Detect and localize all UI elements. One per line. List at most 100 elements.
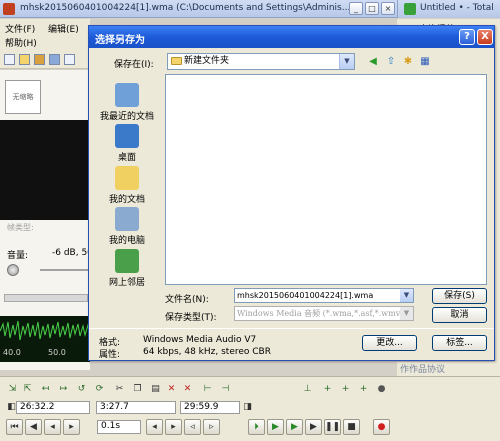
save-in-select[interactable]: 新建文件夹 ▼ [167,53,355,70]
new-icon[interactable] [4,54,15,65]
marker-right-icon[interactable]: ⊣ [220,384,231,395]
stop-button[interactable]: ■ [343,419,360,435]
place-recent-label: 我最近的文档 [99,112,154,122]
save-button[interactable]: 保存(S) [432,288,487,304]
marker-left-icon[interactable]: ⊢ [202,384,213,395]
place-my-computer[interactable]: 我的电脑 [95,207,159,246]
tags-button[interactable]: 标签... [432,335,487,351]
import-icon[interactable] [34,54,45,65]
place-desktop-label: 桌面 [117,153,136,163]
file-list[interactable] [165,74,487,285]
loop-icon[interactable]: ↺ [76,384,87,395]
main-toolbar [0,51,90,69]
add-command-icon[interactable]: + [358,384,369,395]
step-back-button[interactable]: ◀ [25,419,42,435]
dialog-title: 选择另存为 [95,35,145,46]
cancel-button[interactable]: 取消 [432,307,487,323]
play-button[interactable]: ▶ [267,419,284,435]
file-type-label: 保存类型(T): [165,313,217,323]
pause-button[interactable]: ❚❚ [324,419,341,435]
slow-button[interactable]: ◃ [184,419,201,435]
second-app-icon [404,3,416,15]
volume-slider[interactable] [40,269,88,271]
file-name-input[interactable]: mhsk2015060401004224[1].wma [234,288,414,303]
wave-axis-label-2: 50.0 [48,348,66,357]
video-preview [0,120,90,220]
chevron-down-icon[interactable]: ▼ [339,54,354,69]
trim-icon[interactable]: ✕ [182,384,193,395]
format-value: Windows Media Audio V7 [143,335,257,345]
view-menu-icon[interactable]: ▦ [418,55,432,69]
up-folder-icon[interactable]: ⇧ [384,55,398,69]
jog-forward-button[interactable]: ▸ [165,419,182,435]
file-type-select[interactable]: Windows Media 音频 (*.wma,*.asf,*.wmv [234,306,414,321]
fast-button[interactable]: ▹ [203,419,220,435]
frame-type-label: 帧类型: [7,223,34,232]
cut-tool-icon[interactable]: ✂ [114,384,125,395]
dialog-close-button[interactable]: X [477,29,493,45]
back-icon[interactable]: ◀ [366,55,380,69]
places-bar: 我最近的文档 桌面 我的文档 我的电脑 网上邻居 [95,73,159,299]
add-marker-icon[interactable]: ⊥ [302,384,313,395]
jog-back-button[interactable]: ◂ [146,419,163,435]
place-network[interactable]: 网上邻居 [95,249,159,288]
open-icon[interactable] [19,54,30,65]
save-icon[interactable] [49,54,60,65]
dialog-title-bar: 选择另存为 ? X [89,26,494,48]
thumbnail: 无缩略 [5,80,41,114]
place-recent[interactable]: 我最近的文档 [95,83,159,122]
prev-button[interactable]: ◂ [44,419,61,435]
help-button[interactable]: ? [459,29,475,45]
new-folder-icon[interactable]: ✱ [401,55,415,69]
menu-edit[interactable]: 编辑(E) [48,22,79,35]
end-time-field[interactable]: 29:59.9 [180,401,240,414]
paste-icon[interactable]: ▤ [150,384,161,395]
start-time-field[interactable]: 26:32.2 [16,401,90,414]
menu-bar: 文件(F) 编辑(E) 帮助(H) [0,19,90,51]
save-in-label: 保存在(I): [114,60,154,70]
cut-icon[interactable] [64,54,75,65]
volume-knob-icon[interactable] [7,264,19,276]
mark-out-icon[interactable]: ⇱ [22,384,33,395]
play-all-button[interactable]: ▶ [305,419,322,435]
select-right-icon[interactable]: ↦ [58,384,69,395]
menu-help[interactable]: 帮助(H) [5,36,37,49]
app-icon [3,3,15,15]
add-cd-icon[interactable]: + [340,384,351,395]
maximize-button[interactable]: □ [365,2,379,15]
play-selection-button[interactable]: ⏵ [248,419,265,435]
network-icon [115,249,139,273]
place-my-documents[interactable]: 我的文档 [95,166,159,205]
record-button[interactable]: ● [373,419,390,435]
second-window-title-bar: Untitled • - Total [397,0,500,18]
add-region-icon[interactable]: + [322,384,333,395]
file-type-dropdown-icon[interactable]: ▼ [400,307,413,320]
refresh-icon[interactable]: ⟳ [94,384,105,395]
time-end-icon: ◨ [243,402,252,412]
duration-field[interactable]: 3:27.7 [96,401,176,414]
record-settings-icon[interactable]: ● [376,384,387,395]
minimize-button[interactable]: _ [349,2,363,15]
speed-select[interactable]: 0.1s [97,420,141,434]
close-app-button[interactable]: × [381,2,395,15]
menu-file[interactable]: 文件(F) [5,22,35,35]
attributes-value: 64 kbps, 48 kHz, stereo CBR [143,347,271,357]
change-button[interactable]: 更改... [362,335,417,351]
place-desktop[interactable]: 桌面 [95,124,159,163]
position-slider[interactable] [4,294,88,302]
place-my-computer-label: 我的电脑 [108,236,145,246]
copy-icon[interactable]: ❐ [132,384,143,395]
attributes-label: 属性: [99,350,121,360]
play-loop-button[interactable]: ▶ [286,419,303,435]
wave-axis-label-1: 40.0 [3,348,21,357]
delete-icon[interactable]: ✕ [166,384,177,395]
next-button[interactable]: ▸ [63,419,80,435]
my-computer-icon [115,207,139,231]
mark-in-icon[interactable]: ⇲ [7,384,18,395]
file-name-dropdown-icon[interactable]: ▼ [400,289,413,302]
app-title: mhsk2015060401004224[1].wma (C:\Document… [20,3,351,13]
rewind-start-button[interactable]: ⏮ [6,419,23,435]
select-left-icon[interactable]: ↤ [40,384,51,395]
save-in-value: 新建文件夹 [184,56,230,66]
volume-label: 音量: [7,251,29,261]
